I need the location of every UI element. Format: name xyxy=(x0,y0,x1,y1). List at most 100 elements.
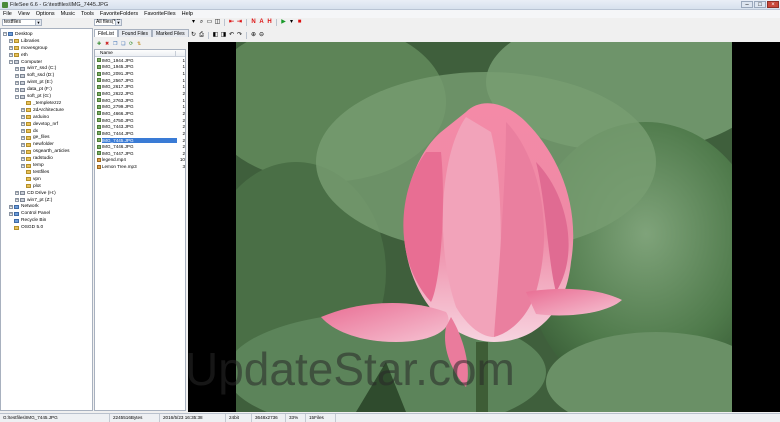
tree-item[interactable]: + data_pt (F:) xyxy=(15,86,52,93)
zoom-in-icon[interactable]: ⊕ xyxy=(250,32,257,39)
file-row[interactable]: IMG_2799.JPG 1 xyxy=(95,103,185,110)
tree-item[interactable]: + arduino xyxy=(21,114,49,121)
menu-view[interactable]: View xyxy=(18,11,30,17)
file-row[interactable]: IMG_7443.JPG 2 xyxy=(95,123,185,130)
expand-icon[interactable]: + xyxy=(9,46,13,51)
rotate-right-icon[interactable]: ↷ xyxy=(236,32,243,39)
file-list[interactable]: Name IMG_1944.JPG 1 IMG_1945.JPG 1 IMG_2091.… xyxy=(94,49,186,411)
expand-icon[interactable]: + xyxy=(21,156,25,161)
tree-item[interactable]: + movesgroup xyxy=(9,45,47,52)
tree-item[interactable]: + win7_ssd (C:) xyxy=(15,66,56,73)
delete-icon[interactable]: ✖ xyxy=(104,40,110,47)
minimize-button[interactable]: – xyxy=(741,1,753,8)
tab-found-files[interactable]: Found Files xyxy=(117,29,152,37)
menu-music[interactable]: Music xyxy=(61,11,75,17)
tree-item[interactable]: +2dArchitecture xyxy=(21,107,64,114)
file-row[interactable]: IMG_2091.JPG 1 xyxy=(95,70,185,77)
menu-file[interactable]: File xyxy=(3,11,12,17)
print-icon[interactable]: ⎙ xyxy=(198,32,205,39)
expand-icon[interactable]: + xyxy=(15,80,19,85)
expand-icon[interactable]: + xyxy=(21,115,25,120)
expand-icon[interactable]: + xyxy=(9,211,13,216)
file-row[interactable]: IMG_7445.JPG 2 xyxy=(95,137,185,144)
tree-item[interactable]: + Libraries xyxy=(9,38,39,45)
expand-icon[interactable]: + xyxy=(21,129,25,134)
tree-item[interactable]: + osgearth_articles xyxy=(21,148,70,155)
tree-item[interactable]: plot xyxy=(21,183,41,190)
tree-item[interactable]: + win7_pt (Z:) xyxy=(15,197,52,204)
folder-new-icon[interactable]: ✚ xyxy=(96,40,102,47)
file-row[interactable]: IMG_7446.JPG 2 xyxy=(95,143,185,150)
column-name-header[interactable]: Name xyxy=(95,50,177,56)
tree-item[interactable]: vpn xyxy=(21,176,41,183)
rotate-left-icon[interactable]: ↶ xyxy=(228,32,235,39)
expand-icon[interactable]: + xyxy=(15,73,19,78)
expand-icon[interactable]: + xyxy=(15,87,19,92)
expand-icon[interactable]: + xyxy=(21,163,25,168)
expand-icon[interactable]: + xyxy=(15,191,19,196)
rotate-icon[interactable]: ↻ xyxy=(190,32,197,39)
search-icon[interactable]: ⌕ xyxy=(198,19,205,26)
tree-item[interactable]: + devvtop_nrf xyxy=(21,121,58,128)
stop-icon[interactable]: ■ xyxy=(296,19,303,26)
tree-item[interactable]: − Desktop xyxy=(3,31,33,38)
file-row[interactable]: IMG_1945.JPG 1 xyxy=(95,64,185,71)
tree-item[interactable]: + CD Drive (H:) xyxy=(15,190,56,197)
menu-favorite-folders[interactable]: FavoriteFolders xyxy=(100,11,138,17)
file-row[interactable]: IMG_7444.JPG 2 xyxy=(95,130,185,137)
copy-icon[interactable]: ❐ xyxy=(112,40,118,47)
tree-item[interactable]: + radstudio xyxy=(21,155,53,162)
tree-item[interactable]: OSGD 5.0 xyxy=(9,224,43,231)
tree-item[interactable]: + win8_pt (E:) xyxy=(15,79,53,86)
next-icon[interactable]: ⇥ xyxy=(236,19,243,26)
file-row[interactable]: IMG_2763.JPG 1 xyxy=(95,97,185,104)
tree-item[interactable]: − soft_pt (G:) xyxy=(15,93,51,100)
expand-icon[interactable]: + xyxy=(9,204,13,209)
sort-icon[interactable]: ⇅ xyxy=(136,40,142,47)
move-icon[interactable]: ❏ xyxy=(120,40,126,47)
zoom-icon[interactable]: ◫ xyxy=(214,19,221,26)
close-button[interactable]: × xyxy=(767,1,779,8)
folder-tree[interactable]: − Desktop + Libraries + movesgroup + eth − Comput… xyxy=(0,28,93,411)
file-row[interactable]: IMG_1944.JPG 1 xyxy=(95,57,185,64)
maximize-button[interactable]: □ xyxy=(754,1,766,8)
tree-item[interactable]: + eth xyxy=(9,52,28,59)
n-icon[interactable]: N xyxy=(250,19,257,26)
expand-icon[interactable]: + xyxy=(9,53,13,58)
tab-marked-files[interactable]: Marked Files xyxy=(151,29,189,37)
menu-help[interactable]: Help xyxy=(182,11,193,17)
file-row[interactable]: Lemon Tree.mp3 3 xyxy=(95,163,185,170)
flip-icon[interactable]: ◨ xyxy=(220,32,227,39)
collapse-icon[interactable]: − xyxy=(3,32,7,37)
expand-icon[interactable]: + xyxy=(21,108,25,113)
file-row[interactable]: IMG_2567.JPG 1 xyxy=(95,77,185,84)
zoom-out-icon[interactable]: ⊖ xyxy=(258,32,265,39)
refresh-icon[interactable]: ⟳ xyxy=(128,40,134,47)
file-row[interactable]: IMG_2622.JPG 2 xyxy=(95,90,185,97)
collapse-icon[interactable]: − xyxy=(9,60,13,65)
prev-icon[interactable]: ⇤ xyxy=(228,19,235,26)
menu-favorite-files[interactable]: FavoriteFiles xyxy=(144,11,175,17)
expand-icon[interactable]: + xyxy=(21,122,25,127)
fit-icon[interactable]: ◧ xyxy=(212,32,219,39)
file-row[interactable]: IMG_2617.JPG 1 xyxy=(95,84,185,91)
play-down-icon[interactable]: ▾ xyxy=(288,19,295,26)
file-row[interactable]: IMG_4750.JPG 2 xyxy=(95,117,185,124)
file-row[interactable]: legend.mp4 10 xyxy=(95,157,185,164)
folder-icon[interactable]: ▭ xyxy=(206,19,213,26)
menu-tools[interactable]: Tools xyxy=(81,11,94,17)
tree-item[interactable]: + Network xyxy=(9,204,39,211)
tree-item[interactable]: _templetezzz xyxy=(21,100,61,107)
expand-icon[interactable]: + xyxy=(9,39,13,44)
collapse-icon[interactable]: − xyxy=(15,94,19,99)
combo-small-icon[interactable]: ▾ xyxy=(190,19,197,26)
tree-item[interactable]: + soft_ssd (D:) xyxy=(15,72,54,79)
expand-icon[interactable]: + xyxy=(21,135,25,140)
expand-icon[interactable]: + xyxy=(21,149,25,154)
menu-options[interactable]: Options xyxy=(36,11,55,17)
tree-item[interactable]: + temp xyxy=(21,162,44,169)
expand-icon[interactable]: + xyxy=(15,66,19,71)
tree-item[interactable]: + newfolder xyxy=(21,141,54,148)
tree-item[interactable]: − Computer xyxy=(9,59,42,66)
tree-item[interactable]: + dx xyxy=(21,128,38,135)
